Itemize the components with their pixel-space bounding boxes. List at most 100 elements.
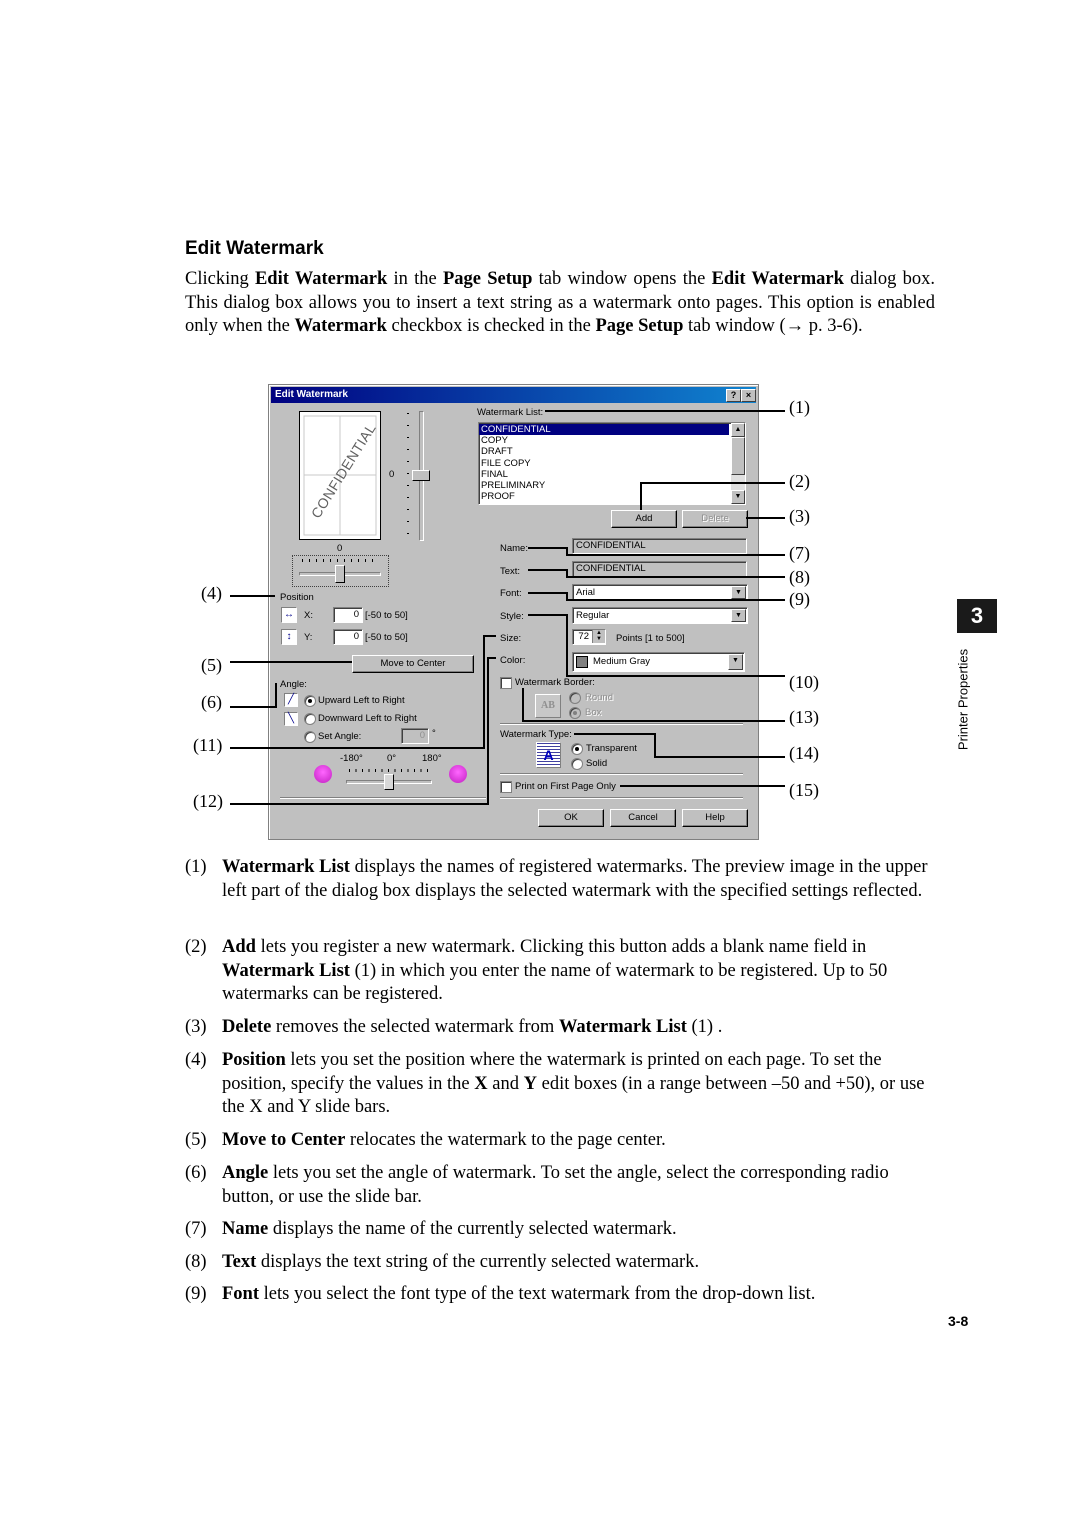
callout-10: (10) bbox=[789, 672, 819, 692]
callout-14: (14) bbox=[789, 743, 819, 763]
style-label: Style: bbox=[500, 611, 524, 622]
item-number: (2) bbox=[185, 937, 207, 957]
size-spinner[interactable]: 72 ▲ ▼ bbox=[572, 629, 606, 645]
chapter-side-label: Printer Properties bbox=[955, 648, 971, 751]
edit-watermark-dialog: Edit Watermark ? × CONFIDENTIAL 0 0 Posi… bbox=[268, 384, 759, 840]
cancel-button[interactable]: Cancel bbox=[610, 809, 676, 827]
x-position-input[interactable]: 0 bbox=[333, 607, 363, 623]
leader-line-11v bbox=[483, 635, 485, 749]
style-dropdown[interactable]: Regular ▼ bbox=[572, 607, 748, 624]
watermark-border-checkbox[interactable] bbox=[500, 677, 512, 689]
watermark-list[interactable]: CONFIDENTIAL COPY DRAFT FILE COPY FINAL PRELI… bbox=[478, 422, 746, 505]
description-item: (8) Text displays the text string of the… bbox=[185, 1251, 935, 1275]
help-title-button[interactable]: ? bbox=[726, 389, 741, 402]
list-item[interactable]: COPY bbox=[479, 435, 729, 446]
box-label: Box bbox=[585, 707, 602, 718]
x-range-label: [-50 to 50] bbox=[365, 610, 408, 621]
leader-line-2 bbox=[640, 482, 785, 484]
item-number: (1) bbox=[185, 857, 207, 877]
item-number: (9) bbox=[185, 1284, 207, 1304]
intro-text: in the bbox=[387, 269, 443, 289]
leader-line-14b bbox=[654, 733, 656, 757]
scroll-up-arrow-icon[interactable]: ▲ bbox=[731, 423, 745, 437]
set-angle-radio[interactable] bbox=[304, 731, 316, 743]
chevron-down-icon[interactable]: ▼ bbox=[728, 654, 743, 670]
horizontal-arrows-icon: ↔ bbox=[281, 607, 297, 623]
list-item[interactable]: CONFIDENTIAL bbox=[479, 424, 729, 436]
close-button[interactable]: × bbox=[741, 389, 756, 402]
print-first-page-only-checkbox[interactable] bbox=[500, 781, 512, 793]
list-scrollbar[interactable]: ▲ ▼ bbox=[731, 423, 745, 504]
watermark-type-label: Watermark Type: bbox=[500, 729, 572, 740]
scroll-down-arrow-icon[interactable]: ▼ bbox=[731, 490, 745, 504]
set-angle-input[interactable]: 0 bbox=[401, 728, 429, 744]
round-radio[interactable] bbox=[569, 692, 581, 704]
font-value: Arial bbox=[576, 587, 596, 598]
color-swatch bbox=[576, 656, 588, 668]
item-term: Delete bbox=[222, 1017, 272, 1037]
leader-line-1 bbox=[545, 410, 785, 412]
intro-bold: Edit Watermark bbox=[711, 269, 844, 289]
item-term: X bbox=[474, 1073, 488, 1094]
callout-12: (12) bbox=[193, 791, 223, 811]
y-position-input[interactable]: 0 bbox=[333, 629, 363, 645]
spin-arrows-icon[interactable]: ▲ ▼ bbox=[592, 630, 605, 643]
color-dropdown[interactable]: Medium Gray ▼ bbox=[572, 652, 745, 672]
help-button[interactable]: Help bbox=[682, 809, 748, 827]
upward-label: Upward Left to Right bbox=[318, 695, 405, 706]
item-number: (5) bbox=[185, 1130, 207, 1150]
item-term: Position bbox=[222, 1050, 286, 1070]
list-item[interactable]: FINAL bbox=[479, 469, 729, 480]
list-item[interactable]: PROOF bbox=[479, 491, 729, 502]
print-first-page-only-label: Print on First Page Only bbox=[515, 781, 616, 792]
solid-radio[interactable] bbox=[571, 758, 583, 770]
intro-bold: Edit Watermark bbox=[254, 269, 388, 289]
list-item[interactable]: DRAFT bbox=[479, 446, 729, 457]
box-radio[interactable] bbox=[569, 707, 581, 719]
callout-6: (6) bbox=[201, 692, 222, 712]
text-label: Text: bbox=[500, 566, 521, 577]
font-label: Font: bbox=[500, 588, 522, 599]
scroll-thumb[interactable] bbox=[731, 437, 745, 475]
leader-line-7a bbox=[528, 547, 568, 549]
item-text: displays the name of the currently selec… bbox=[268, 1219, 677, 1239]
angle-slider-thumb[interactable] bbox=[384, 774, 394, 790]
item-text: lets you register a new watermark. Click… bbox=[255, 937, 867, 957]
upward-radio[interactable] bbox=[304, 695, 316, 707]
x-slider-thumb[interactable] bbox=[335, 565, 345, 583]
add-button[interactable]: Add bbox=[611, 510, 677, 528]
delete-button[interactable]: Delete bbox=[682, 510, 748, 528]
y-slider-thumb[interactable] bbox=[412, 470, 430, 481]
angle-tick-min: -180° bbox=[340, 753, 363, 764]
leader-line-7 bbox=[566, 554, 785, 556]
watermark-preview: CONFIDENTIAL bbox=[299, 411, 381, 540]
chevron-down-icon[interactable]: ▼ bbox=[731, 586, 746, 599]
callout-7: (7) bbox=[789, 543, 810, 563]
item-text: lets you select the font type of the tex… bbox=[259, 1284, 816, 1304]
leader-line-2-v bbox=[640, 482, 642, 510]
ok-button[interactable]: OK bbox=[538, 809, 604, 827]
item-term: Font bbox=[222, 1284, 259, 1304]
color-label: Color: bbox=[500, 655, 526, 666]
list-item[interactable]: FILE COPY bbox=[479, 458, 729, 469]
position-label: Position bbox=[280, 592, 314, 603]
vertical-arrows-icon: ↕ bbox=[281, 629, 297, 645]
downward-radio[interactable] bbox=[304, 713, 316, 725]
rotate-right-icon[interactable] bbox=[449, 765, 467, 783]
item-text: displays the text string of the currentl… bbox=[256, 1252, 700, 1272]
rotate-left-icon[interactable] bbox=[314, 765, 332, 783]
downward-label: Downward Left to Right bbox=[318, 713, 417, 724]
style-value: Regular bbox=[576, 610, 610, 621]
intro-text: Clicking bbox=[185, 269, 255, 289]
intro-bold: Page Setup bbox=[442, 269, 533, 289]
leader-line-11 bbox=[230, 747, 484, 749]
item-number: (6) bbox=[185, 1163, 207, 1183]
callout-15: (15) bbox=[789, 780, 819, 800]
transparent-radio[interactable] bbox=[571, 743, 583, 755]
text-field[interactable]: CONFIDENTIAL bbox=[572, 561, 747, 577]
leader-line-10a bbox=[528, 614, 568, 616]
move-to-center-button[interactable]: Move to Center bbox=[352, 655, 474, 673]
chevron-down-icon[interactable]: ▼ bbox=[731, 609, 746, 622]
name-field[interactable]: CONFIDENTIAL bbox=[572, 538, 747, 554]
callout-3: (3) bbox=[789, 506, 810, 526]
